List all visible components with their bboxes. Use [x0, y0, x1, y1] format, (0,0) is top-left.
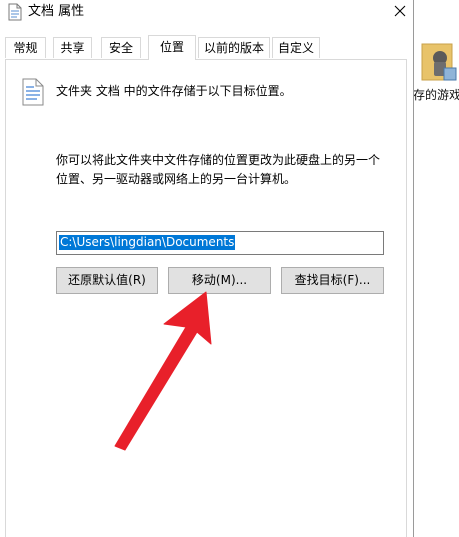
- tab-customize[interactable]: 自定义: [272, 37, 320, 58]
- folder-document-icon: [22, 78, 44, 106]
- document-icon: [8, 3, 22, 21]
- tab-previous-versions[interactable]: 以前的版本: [198, 37, 270, 58]
- tab-general[interactable]: 常规: [5, 37, 46, 58]
- description-line: 位置、另一驱动器或网络上的另一台计算机。: [56, 172, 297, 186]
- location-info-text: 文件夹 文档 中的文件存储于以下目标位置。: [56, 84, 292, 98]
- tab-security[interactable]: 安全: [101, 37, 141, 58]
- target-path-value: C:\Users\lingdian\Documents: [59, 235, 236, 250]
- window-title: 文档 属性: [28, 4, 85, 19]
- saved-games-icon[interactable]: [418, 38, 459, 88]
- close-button[interactable]: [386, 0, 413, 22]
- close-icon: [394, 5, 405, 17]
- tab-strip: 常规 共享 安全 位置 以前的版本 自定义: [0, 35, 413, 60]
- title-bar[interactable]: 文档 属性: [0, 0, 413, 28]
- location-panel: [5, 59, 407, 537]
- find-target-button[interactable]: 查找目标(F)...: [281, 267, 384, 294]
- description-line: 你可以将此文件夹中文件存储的位置更改为此硬盘上的另一个: [56, 153, 381, 167]
- location-description: 你可以将此文件夹中文件存储的位置更改为此硬盘上的另一个 位置、另一驱动器或网络上…: [56, 151, 391, 189]
- tab-location[interactable]: 位置: [148, 35, 196, 60]
- properties-dialog: 文档 属性 常规 共享 安全 位置 以前的版本 自定义 文件夹 文档 中的文件存…: [0, 0, 414, 537]
- desktop-icon-label[interactable]: 存的游戏: [413, 88, 459, 102]
- target-path-input[interactable]: C:\Users\lingdian\Documents: [56, 231, 384, 255]
- restore-default-button[interactable]: 还原默认值(R): [56, 267, 158, 294]
- move-button[interactable]: 移动(M)...: [168, 267, 271, 294]
- screen: 存的游戏 文档 属性 常规 共享 安全 位置 以前的版本 自定义 文件夹 文档 …: [0, 0, 459, 537]
- tab-sharing[interactable]: 共享: [53, 37, 92, 58]
